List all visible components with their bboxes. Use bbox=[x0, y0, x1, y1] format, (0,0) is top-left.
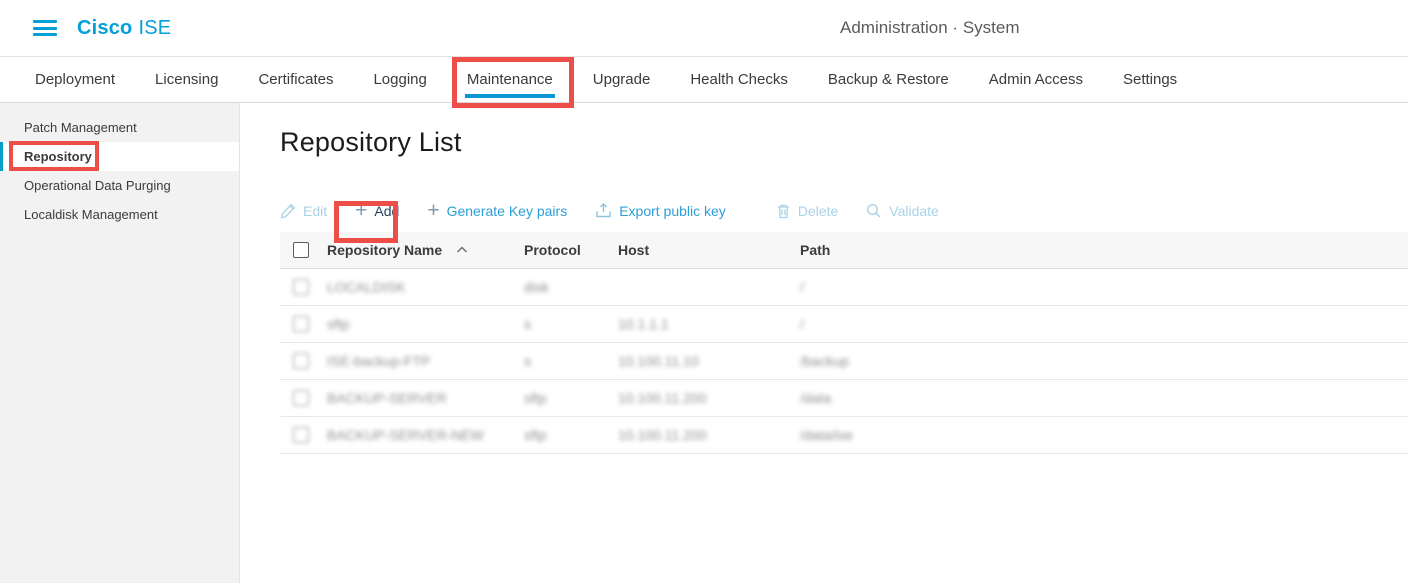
table-header-row: Repository Name Protocol Host Path bbox=[280, 232, 1408, 269]
tab-deployment[interactable]: Deployment bbox=[33, 57, 117, 102]
export-public-key-button[interactable]: Export public key bbox=[595, 202, 726, 219]
breadcrumb-title: Administration · System bbox=[840, 18, 1020, 38]
primary-nav: Deployment Licensing Certificates Loggin… bbox=[0, 57, 1408, 103]
tab-upgrade[interactable]: Upgrade bbox=[591, 57, 653, 102]
repository-table: Repository Name Protocol Host Path LOCAL… bbox=[280, 232, 1408, 454]
plus-icon: + bbox=[427, 204, 439, 218]
tab-maintenance[interactable]: Maintenance bbox=[465, 57, 555, 102]
cell-path: / bbox=[800, 316, 1408, 332]
sort-ascending-icon[interactable] bbox=[456, 246, 468, 254]
cell-repository-name: BACKUP-SERVER bbox=[327, 390, 524, 406]
sidebar-item-repository[interactable]: Repository bbox=[0, 142, 239, 171]
main-content: Repository List Edit + Add + Generate Ke… bbox=[240, 103, 1408, 583]
sidebar-item-patch-management[interactable]: Patch Management bbox=[0, 113, 239, 142]
sidebar-item-localdisk-management[interactable]: Localdisk Management bbox=[0, 200, 239, 229]
cell-host: 10.100.11.200 bbox=[618, 390, 800, 406]
top-header: Cisco ISE Administration · System bbox=[0, 0, 1408, 57]
tab-logging[interactable]: Logging bbox=[371, 57, 428, 102]
cell-protocol: disk bbox=[524, 279, 618, 295]
edit-label: Edit bbox=[303, 203, 327, 219]
export-public-key-label: Export public key bbox=[619, 203, 726, 219]
row-checkbox[interactable] bbox=[293, 390, 309, 406]
hamburger-menu-icon[interactable] bbox=[33, 20, 57, 36]
sidebar-item-operational-data-purging[interactable]: Operational Data Purging bbox=[0, 171, 239, 200]
table-row[interactable]: sftp s 10.1.1.1 / bbox=[280, 306, 1408, 343]
cell-path: /data/ise bbox=[800, 427, 1408, 443]
cell-repository-name: BACKUP-SERVER-NEW bbox=[327, 427, 524, 443]
cell-host: 10.100.11.10 bbox=[618, 353, 800, 369]
delete-button[interactable]: Delete bbox=[776, 203, 838, 219]
tab-certificates[interactable]: Certificates bbox=[256, 57, 335, 102]
validate-button[interactable]: Validate bbox=[866, 203, 939, 219]
logo-primary: Cisco bbox=[77, 17, 132, 39]
column-repository-name[interactable]: Repository Name bbox=[327, 242, 442, 258]
page-title: Repository List bbox=[280, 127, 1408, 158]
tab-admin-access[interactable]: Admin Access bbox=[987, 57, 1085, 102]
cell-path: /backup bbox=[800, 353, 1408, 369]
generate-key-pairs-label: Generate Key pairs bbox=[447, 203, 568, 219]
cell-host: 10.100.11.200 bbox=[618, 427, 800, 443]
tab-licensing[interactable]: Licensing bbox=[153, 57, 220, 102]
pencil-icon bbox=[280, 203, 296, 219]
delete-label: Delete bbox=[798, 203, 838, 219]
tab-health-checks[interactable]: Health Checks bbox=[688, 57, 790, 102]
cell-protocol: s bbox=[524, 316, 618, 332]
edit-button[interactable]: Edit bbox=[280, 203, 327, 219]
table-row[interactable]: ISE-backup-FTP s 10.100.11.10 /backup bbox=[280, 343, 1408, 380]
row-checkbox[interactable] bbox=[293, 279, 309, 295]
add-label: Add bbox=[374, 203, 399, 219]
table-row[interactable]: LOCALDISK disk / bbox=[280, 269, 1408, 306]
cell-repository-name: sftp bbox=[327, 316, 524, 332]
select-all-checkbox[interactable] bbox=[293, 242, 309, 258]
column-host[interactable]: Host bbox=[618, 242, 800, 258]
cell-protocol: sftp bbox=[524, 427, 618, 443]
upload-icon bbox=[595, 202, 612, 219]
cell-path: / bbox=[800, 279, 1408, 295]
add-button[interactable]: + Add bbox=[355, 203, 399, 219]
logo-secondary: ISE bbox=[138, 17, 171, 39]
table-row[interactable]: BACKUP-SERVER-NEW sftp 10.100.11.200 /da… bbox=[280, 417, 1408, 454]
magnifier-icon bbox=[866, 203, 882, 219]
cell-protocol: sftp bbox=[524, 390, 618, 406]
row-checkbox[interactable] bbox=[293, 353, 309, 369]
generate-key-pairs-button[interactable]: + Generate Key pairs bbox=[427, 203, 567, 219]
column-protocol[interactable]: Protocol bbox=[524, 242, 618, 258]
cell-repository-name: ISE-backup-FTP bbox=[327, 353, 524, 369]
row-checkbox[interactable] bbox=[293, 427, 309, 443]
cisco-ise-logo: Cisco ISE bbox=[77, 17, 171, 40]
table-row[interactable]: BACKUP-SERVER sftp 10.100.11.200 /data bbox=[280, 380, 1408, 417]
sidebar: Patch Management Repository Operational … bbox=[0, 103, 240, 583]
column-path[interactable]: Path bbox=[800, 242, 1408, 258]
cell-host: 10.1.1.1 bbox=[618, 316, 800, 332]
cell-protocol: s bbox=[524, 353, 618, 369]
trash-icon bbox=[776, 203, 791, 219]
cell-path: /data bbox=[800, 390, 1408, 406]
tab-settings[interactable]: Settings bbox=[1121, 57, 1179, 102]
tab-backup-restore[interactable]: Backup & Restore bbox=[826, 57, 951, 102]
plus-icon: + bbox=[355, 204, 367, 218]
row-checkbox[interactable] bbox=[293, 316, 309, 332]
cisco-ise-app: Cisco ISE Administration · System Deploym… bbox=[0, 0, 1408, 584]
repository-toolbar: Edit + Add + Generate Key pairs Export p… bbox=[280, 202, 1408, 219]
cell-repository-name: LOCALDISK bbox=[327, 279, 524, 295]
validate-label: Validate bbox=[889, 203, 939, 219]
